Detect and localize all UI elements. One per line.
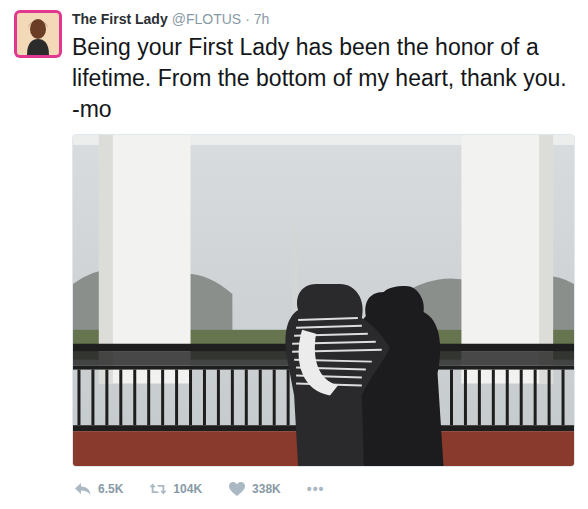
tweet: The First Lady @FLOTUS · 7h Being your F… (0, 0, 588, 505)
more-icon[interactable]: ••• (307, 481, 325, 497)
avatar[interactable] (14, 10, 62, 58)
heart-icon (228, 481, 246, 497)
like-count: 338K (252, 481, 281, 497)
more-action[interactable]: ••• (307, 481, 325, 497)
retweet-count: 104K (173, 481, 202, 497)
retweet-icon (149, 481, 167, 497)
action-bar: 6.5K 104K 338K ••• (72, 479, 576, 499)
reply-action[interactable]: 6.5K (74, 481, 123, 497)
tweet-photo[interactable] (72, 134, 575, 467)
tweet-text: Being your First Lady has been the honor… (72, 32, 576, 125)
tweet-header: The First Lady @FLOTUS · 7h (72, 10, 576, 28)
author-handle[interactable]: @FLOTUS (172, 10, 241, 28)
profile-picture-icon (14, 10, 62, 58)
reply-icon (74, 481, 92, 497)
retweet-action[interactable]: 104K (149, 481, 202, 497)
tweet-time[interactable]: 7h (254, 10, 270, 28)
like-action[interactable]: 338K (228, 481, 281, 497)
reply-count: 6.5K (98, 481, 123, 497)
author-name[interactable]: The First Lady (72, 10, 168, 28)
separator: · (245, 10, 250, 28)
photo-icon (73, 135, 574, 466)
